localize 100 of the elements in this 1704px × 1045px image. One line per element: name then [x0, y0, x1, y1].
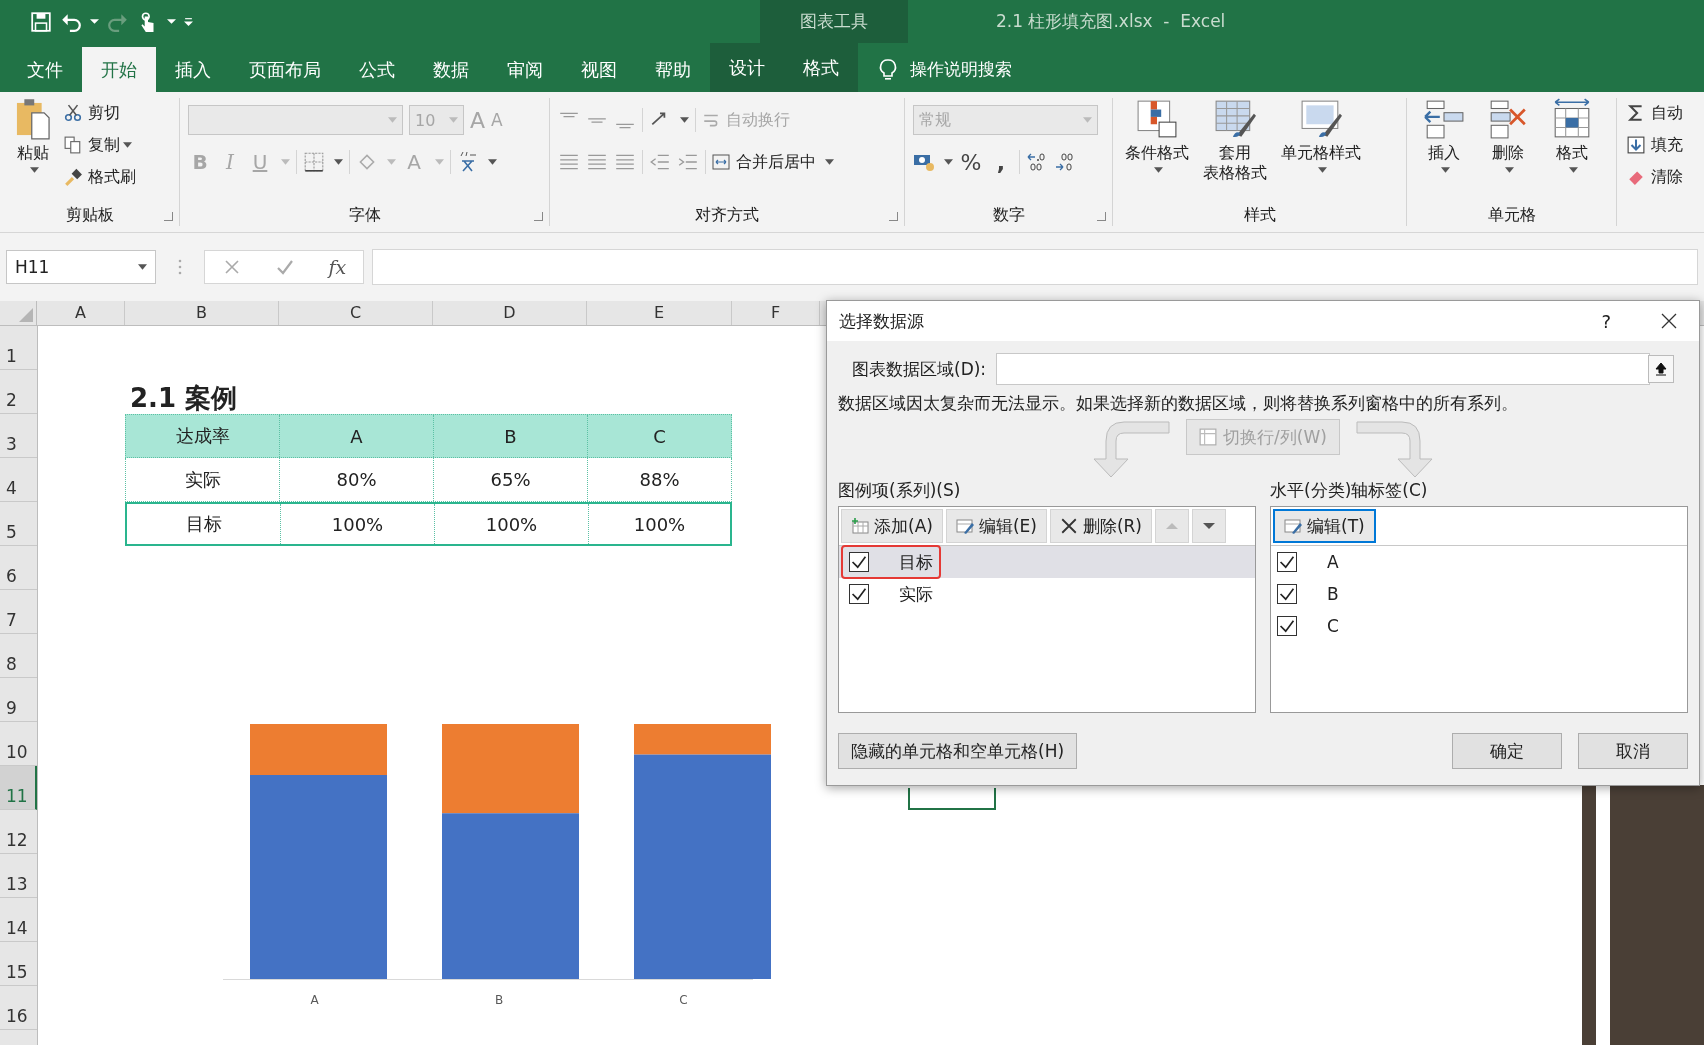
ribbon-tab[interactable]: 公式	[340, 47, 414, 92]
row-header[interactable]: 13	[0, 854, 37, 898]
ribbon-tab[interactable]: 数据	[414, 47, 488, 92]
fill-button[interactable]: 填充	[1627, 132, 1683, 158]
caret-icon[interactable]	[944, 159, 953, 165]
checkbox[interactable]	[849, 584, 869, 604]
conditional-formatting-button[interactable]: 条件格式	[1121, 98, 1193, 163]
caret-icon[interactable]	[680, 117, 689, 123]
row-header[interactable]: 14	[0, 898, 37, 942]
increase-decimal-icon[interactable]	[1026, 151, 1048, 173]
ribbon-tab[interactable]: 审阅	[488, 47, 562, 92]
row-header[interactable]: 6	[0, 546, 37, 590]
checkbox[interactable]	[849, 552, 869, 572]
borders-icon[interactable]	[303, 151, 325, 173]
clear-button[interactable]: 清除	[1627, 164, 1683, 190]
format-painter-button[interactable]: 格式刷	[64, 164, 136, 190]
move-down-button[interactable]	[1192, 509, 1226, 543]
caret-icon[interactable]	[30, 167, 39, 173]
dialog-launcher-icon[interactable]	[889, 212, 898, 221]
row-header[interactable]: 3	[0, 414, 37, 458]
edit-axis-labels-button[interactable]: 编辑(T)	[1273, 509, 1376, 543]
cell-styles-button[interactable]: 单元格样式	[1277, 98, 1365, 163]
merge-center-button[interactable]: 合并后居中	[712, 149, 816, 175]
insert-cells-button[interactable]: 插入	[1419, 98, 1469, 163]
row-header[interactable]: 9	[0, 678, 37, 722]
cut-button[interactable]: 剪切	[64, 100, 136, 126]
format-as-table-button[interactable]: 套用 表格格式	[1199, 98, 1271, 183]
row-header[interactable]: 16	[0, 986, 37, 1030]
row-header[interactable]: 2	[0, 370, 37, 414]
name-box[interactable]: H11	[6, 250, 156, 284]
ribbon-tab[interactable]: 设计	[710, 43, 784, 92]
column-header[interactable]: B	[125, 301, 279, 325]
caret-icon[interactable]	[334, 159, 343, 165]
caret-icon[interactable]	[1505, 167, 1514, 173]
comma-style-button[interactable]: ,	[989, 149, 1013, 175]
dialog-launcher-icon[interactable]	[1097, 212, 1106, 221]
close-icon[interactable]	[1661, 313, 1677, 329]
row-header[interactable]: 15	[0, 942, 37, 986]
column-header[interactable]: A	[37, 301, 125, 325]
caret-icon[interactable]	[488, 159, 497, 165]
caret-icon[interactable]	[167, 17, 176, 26]
ribbon-tab[interactable]: 开始	[82, 47, 156, 92]
ribbon-tab[interactable]: 插入	[156, 47, 230, 92]
caret-icon[interactable]	[1441, 167, 1450, 173]
formula-field[interactable]	[372, 249, 1698, 285]
caret-icon[interactable]	[138, 264, 147, 270]
ribbon-tab[interactable]: 视图	[562, 47, 636, 92]
caret-icon[interactable]	[825, 159, 834, 165]
selected-cell[interactable]	[908, 788, 996, 810]
row-header[interactable]: 7	[0, 590, 37, 634]
tell-me-search[interactable]: 操作说明搜索	[910, 58, 1012, 81]
save-icon[interactable]	[30, 10, 52, 33]
autosum-button[interactable]: 自动	[1627, 100, 1683, 126]
delete-cells-button[interactable]: 删除	[1483, 98, 1533, 163]
ok-button[interactable]: 确定	[1452, 733, 1562, 769]
caret-icon[interactable]	[1318, 167, 1327, 173]
row-header[interactable]: 5	[0, 502, 37, 546]
ribbon-tab[interactable]: 文件	[8, 47, 82, 92]
caret-icon[interactable]	[90, 17, 99, 26]
dialog-launcher-icon[interactable]	[164, 212, 173, 221]
row-header[interactable]: 11	[0, 766, 37, 810]
copy-button[interactable]: 复制	[64, 132, 120, 158]
column-header[interactable]: D	[433, 301, 587, 325]
insert-function-button[interactable]: fx	[328, 256, 347, 278]
checkbox[interactable]	[1277, 584, 1297, 604]
format-cells-button[interactable]: 格式	[1547, 98, 1597, 163]
caret-icon[interactable]	[123, 142, 132, 148]
checkbox[interactable]	[1277, 552, 1297, 572]
table-icon	[1136, 98, 1178, 140]
remove-series-button[interactable]: 删除(R)	[1049, 509, 1152, 543]
row-header[interactable]: 4	[0, 458, 37, 502]
row-header[interactable]: 1	[0, 326, 37, 370]
customize-icon[interactable]	[184, 17, 193, 26]
add-series-button[interactable]: 添加(A)	[841, 509, 943, 543]
dialog-launcher-icon[interactable]	[534, 212, 543, 221]
series-item[interactable]: 实际	[839, 578, 1255, 610]
grip-icon[interactable]	[178, 257, 182, 277]
paste-button[interactable]: 粘贴	[8, 98, 58, 163]
column-header[interactable]: E	[587, 301, 732, 325]
column-header[interactable]: C	[279, 301, 433, 325]
caret-icon[interactable]	[1569, 167, 1578, 173]
data-range-field[interactable]	[996, 353, 1650, 385]
hidden-cells-button[interactable]: 隐藏的单元格和空单元格(H)	[838, 733, 1078, 769]
series-item[interactable]: 目标	[839, 546, 1255, 578]
ribbon-tab[interactable]: 页面布局	[230, 47, 340, 92]
caret-icon[interactable]	[1154, 167, 1163, 173]
grid-icon	[1199, 428, 1218, 446]
row-header[interactable]: 12	[0, 810, 37, 854]
decrease-decimal-icon[interactable]	[1054, 151, 1076, 173]
help-button[interactable]: ?	[1601, 310, 1611, 332]
cancel-button[interactable]: 取消	[1578, 733, 1688, 769]
edit-series-button[interactable]: 编辑(E)	[945, 509, 1047, 543]
column-header[interactable]: F	[732, 301, 820, 325]
percent-button[interactable]: %	[959, 149, 983, 175]
collapse-dialog-button[interactable]	[1648, 355, 1674, 383]
ribbon-tab[interactable]: 帮助	[636, 47, 710, 92]
row-header[interactable]: 8	[0, 634, 37, 678]
checkbox[interactable]	[1277, 616, 1297, 636]
lightbulb-icon[interactable]	[878, 57, 898, 82]
ribbon-tab[interactable]: 格式	[784, 43, 858, 92]
